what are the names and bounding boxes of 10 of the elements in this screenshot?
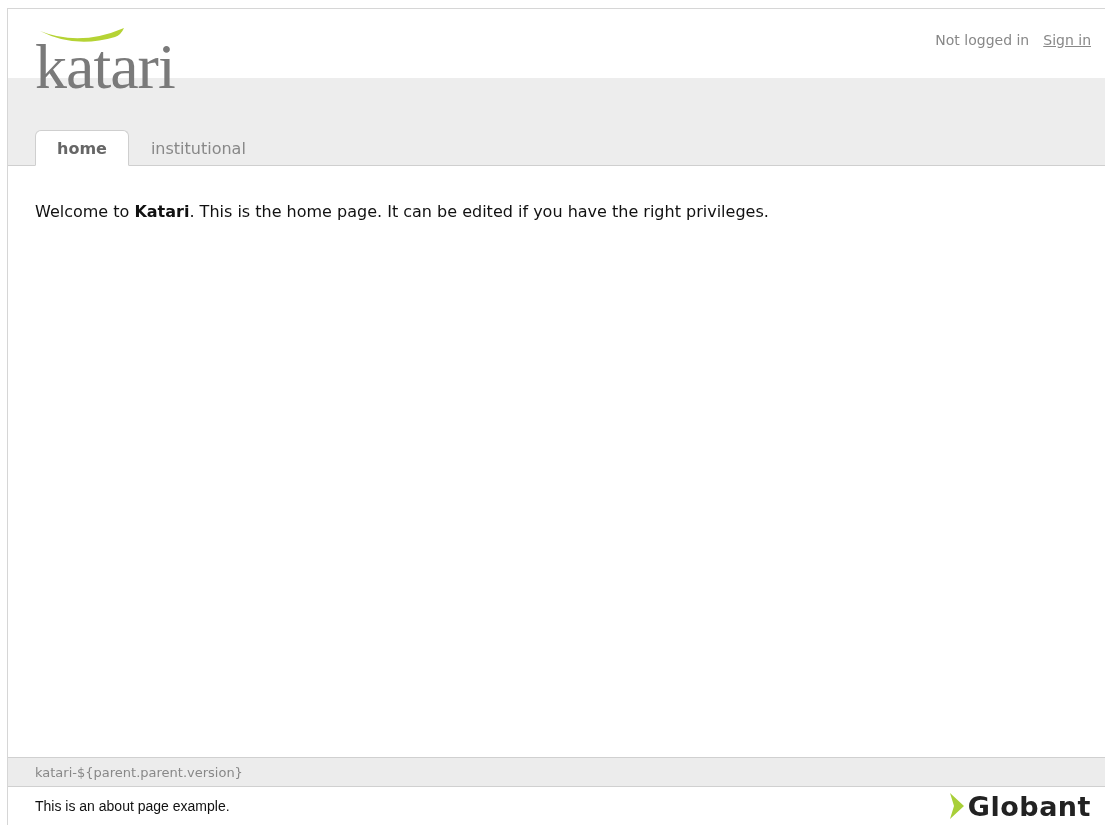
nav-tab[interactable]: institutional (128, 130, 268, 166)
sign-in-link[interactable]: Sign in (1043, 32, 1091, 48)
version-text: katari-${parent.parent.version} (35, 764, 243, 780)
login-status: Not logged in (935, 32, 1030, 48)
about-text: This is an about page example. (35, 798, 230, 814)
chevron-icon (947, 791, 966, 821)
logo-text: katari (35, 41, 175, 93)
brand-text: Globant (967, 790, 1091, 822)
welcome-text: Welcome to Katari. This is the home page. It can be edited if you have the right privileges. (35, 202, 770, 221)
nav-tab[interactable]: home (35, 130, 129, 166)
